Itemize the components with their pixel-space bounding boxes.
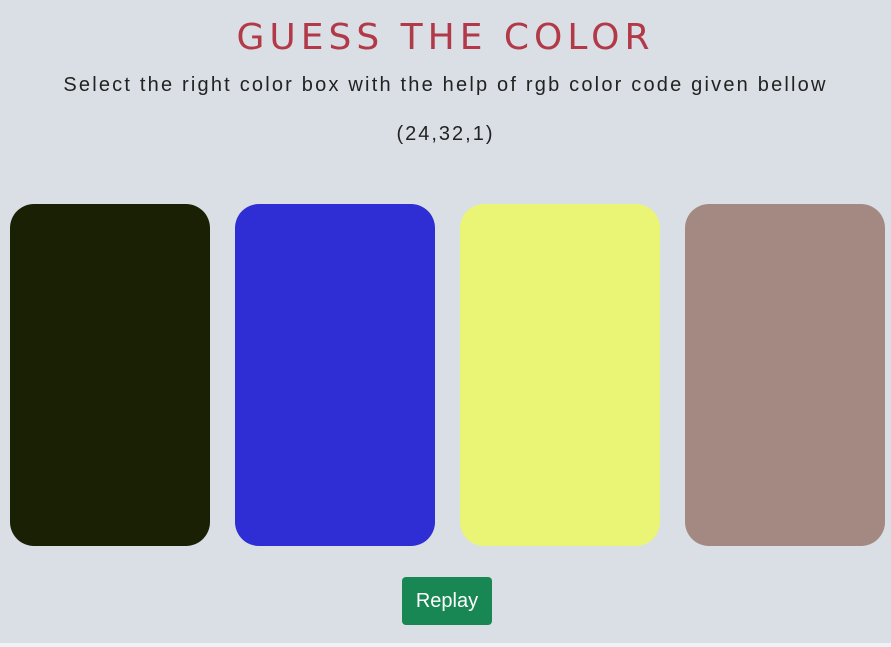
replay-button[interactable]: Replay [402, 577, 492, 625]
rgb-code-display: (24,32,1) [396, 123, 495, 145]
color-box-2[interactable] [235, 204, 435, 546]
color-box-4[interactable] [685, 204, 885, 546]
color-box-1[interactable] [10, 204, 210, 546]
bottom-divider [0, 643, 891, 647]
color-box-3[interactable] [460, 204, 660, 546]
page-title: GUESS THE COLOR [236, 17, 655, 58]
instructions-text: Select the right color box with the help… [63, 74, 828, 96]
